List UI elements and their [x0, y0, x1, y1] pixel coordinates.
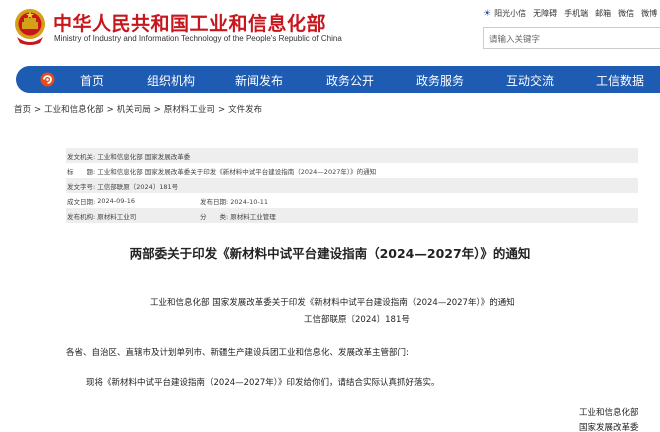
meta-label: 成文日期:: [67, 197, 96, 206]
site-subtitle: Ministry of Industry and Information Tec…: [54, 34, 342, 43]
signature-miit: 工业和信息化部: [579, 408, 639, 418]
meta-row-dates: 成文日期: 2024-09-16 发布日期: 2024-10-11: [66, 193, 638, 208]
search-input[interactable]: 请输入关键字: [483, 27, 660, 49]
top-link-mobile[interactable]: 手机端: [564, 8, 588, 19]
nav-item-gov-affairs[interactable]: 政务公开: [326, 72, 374, 89]
breadcrumb-separator: >: [34, 105, 42, 115]
meta-row-doc-no: 发文字号: 工信部联原〔2024〕181号: [66, 178, 638, 193]
nav-item-home[interactable]: 首页: [80, 72, 104, 89]
meta-label: 发布机构:: [67, 212, 96, 221]
document-meta-table: 发文机关: 工业和信息化部 国家发展改革委 标 题: 工业和信息化部 国家发展改…: [66, 148, 638, 223]
meta-published: 发布日期: 2024-10-11: [200, 196, 268, 206]
meta-value: 2024-09-16: [97, 196, 135, 205]
meta-label: 发文字号:: [67, 182, 96, 191]
top-link-wechat[interactable]: 微信: [618, 8, 634, 19]
meta-value: 2024-10-11: [230, 197, 269, 206]
top-link-sunshine[interactable]: 阳光小信: [494, 8, 526, 19]
meta-row-subject: 标 题: 工业和信息化部 国家发展改革委关于印发《新材料中试平台建设指南（202…: [66, 163, 638, 178]
site-header: 中华人民共和国工业和信息化部 Ministry of Industry and …: [0, 0, 660, 62]
breadcrumb-separator: >: [106, 105, 114, 115]
meta-value: 工信部联原〔2024〕181号: [97, 182, 179, 191]
breadcrumb-ministry[interactable]: 工业和信息化部: [44, 105, 104, 115]
national-emblem-icon[interactable]: [13, 7, 47, 45]
top-links: ☀ 阳光小信 无障碍 手机端 邮箱 微信 微博: [483, 8, 657, 19]
home-logo-icon[interactable]: [40, 72, 55, 87]
sun-icon: ☀: [483, 8, 492, 19]
meta-value: 工业和信息化部 国家发展改革委: [97, 152, 191, 161]
breadcrumb-raw-materials[interactable]: 原材料工业司: [164, 105, 215, 115]
meta-row-issuer: 发文机关: 工业和信息化部 国家发展改革委: [66, 148, 638, 163]
meta-label: 发布日期:: [200, 197, 229, 206]
nav-item-interaction[interactable]: 互动交流: [506, 72, 554, 89]
meta-label: 标 题:: [67, 167, 96, 176]
notice-heading: 工业和信息化部 国家发展改革委关于印发《新材料中试平台建设指南（2024—202…: [150, 298, 515, 308]
nav-item-organization[interactable]: 组织机构: [147, 72, 195, 89]
addressee-paragraph: 各省、自治区、直辖市及计划单列市、新疆生产建设兵团工业和信息化、发展改革主管部门…: [66, 348, 409, 358]
notice-number: 工信部联原〔2024〕181号: [304, 315, 410, 325]
meta-category: 分 类: 原材料工业管理: [200, 211, 276, 221]
meta-label: 分 类:: [200, 212, 229, 221]
meta-value: 原材料工业管理: [230, 212, 276, 221]
breadcrumb-separator: >: [153, 105, 161, 115]
breadcrumb: 首页 > 工业和信息化部 > 机关司局 > 原材料工业司 > 文件发布: [14, 103, 262, 115]
breadcrumb-documents[interactable]: 文件发布: [228, 105, 262, 115]
breadcrumb-home[interactable]: 首页: [14, 105, 31, 115]
site-title[interactable]: 中华人民共和国工业和信息化部: [53, 9, 326, 36]
signature-ndrc: 国家发展改革委: [579, 423, 639, 432]
meta-value: 工业和信息化部 国家发展改革委关于印发《新材料中试平台建设指南（2024—202…: [97, 167, 377, 176]
body-paragraph: 现将《新材料中试平台建设指南（2024—2027年）》印发给你们，请结合实际认真…: [86, 378, 440, 388]
article-title: 两部委关于印发《新材料中试平台建设指南（2024—2027年）》的通知: [129, 246, 531, 261]
meta-row-dept: 发布机构: 原材料工业司 分 类: 原材料工业管理: [66, 208, 638, 223]
top-link-weibo[interactable]: 微博: [641, 8, 657, 19]
main-nav: 首页 组织机构 新闻发布 政务公开 政务服务 互动交流 工信数据: [16, 66, 660, 93]
top-link-mailbox[interactable]: 邮箱: [595, 8, 611, 19]
nav-item-services[interactable]: 政务服务: [416, 72, 464, 89]
nav-item-news[interactable]: 新闻发布: [235, 72, 283, 89]
breadcrumb-departments[interactable]: 机关司局: [117, 105, 151, 115]
breadcrumb-separator: >: [217, 105, 226, 115]
meta-value: 原材料工业司: [97, 212, 137, 221]
top-link-accessibility[interactable]: 无障碍: [533, 8, 557, 19]
nav-item-data[interactable]: 工信数据: [596, 72, 644, 89]
meta-label: 发文机关:: [67, 152, 96, 161]
